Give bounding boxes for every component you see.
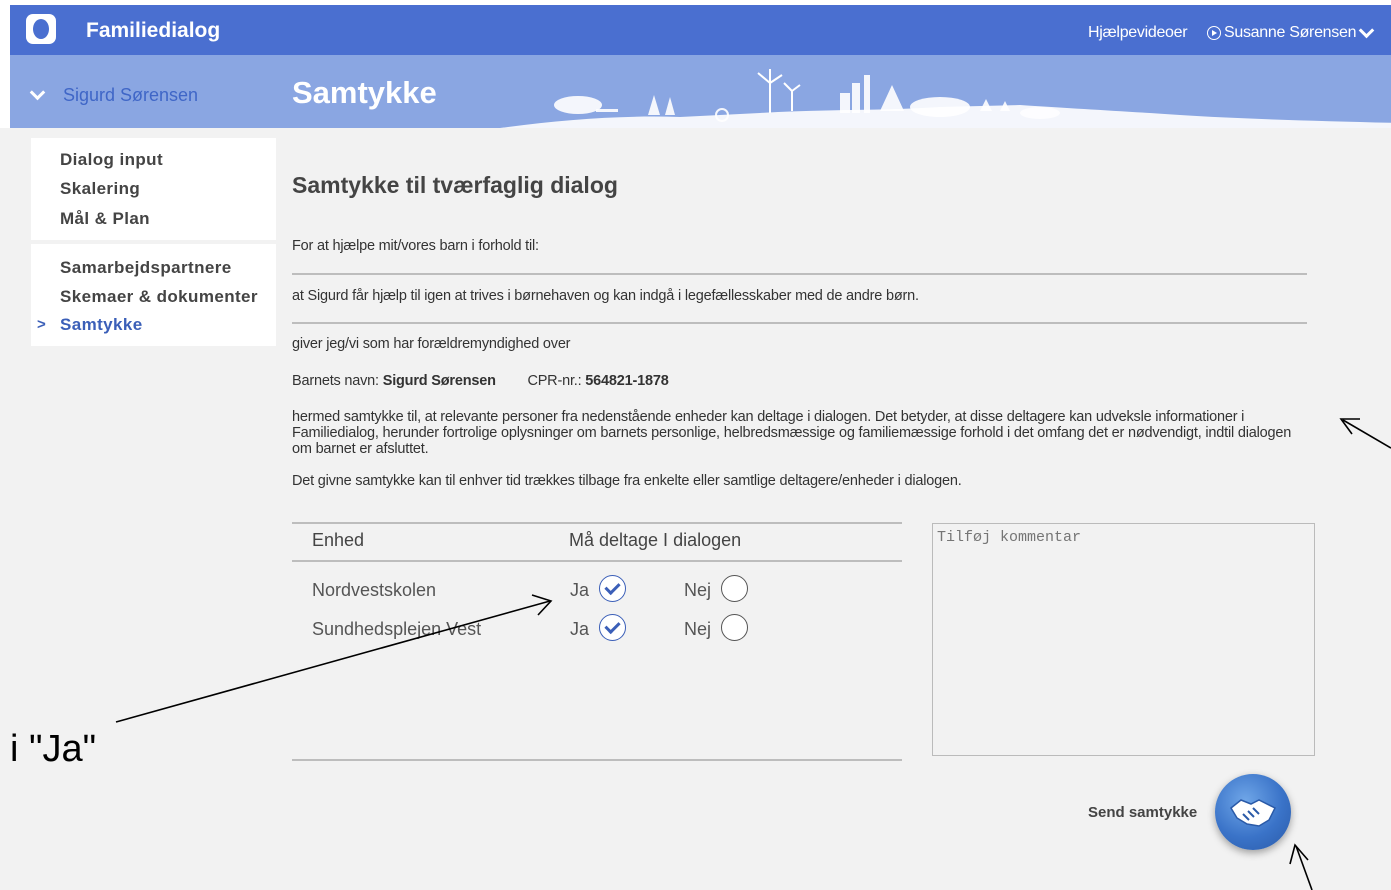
table-bottom-rule [292, 759, 902, 761]
divider [292, 322, 1307, 324]
child-name: Sigurd Sørensen [382, 373, 496, 389]
play-icon [1207, 26, 1221, 40]
sidebar-item-maal-plan[interactable]: Mål & Plan [60, 209, 150, 229]
unit-name: Sundhedsplejen Vest [312, 619, 482, 639]
no-radio[interactable] [721, 575, 748, 602]
sidebar-item-skemaer-dokumenter[interactable]: Skemaer & dokumenter [60, 287, 258, 307]
person-selector[interactable]: Sigurd Sørensen [29, 84, 199, 106]
authority-text: giver jeg/vi som har forældremyndighed o… [292, 336, 571, 352]
yes-label: Ja [570, 619, 590, 639]
active-item-chevron-icon: > [37, 316, 46, 333]
child-name-label: Barnets navn: [292, 373, 379, 389]
app-logo-icon [26, 14, 56, 44]
sidebar-item-skalering[interactable]: Skalering [60, 179, 140, 199]
table-top-rule [292, 522, 902, 524]
comment-field[interactable] [932, 523, 1315, 756]
yes-radio[interactable] [599, 575, 626, 602]
unit-name: Nordvestskolen [312, 580, 437, 600]
yes-label: Ja [570, 580, 590, 600]
no-label: Nej [684, 580, 712, 600]
sidebar-item-samarbejdspartnere[interactable]: Samarbejdspartnere [60, 258, 232, 278]
sidebar-item-dialog-input[interactable]: Dialog input [60, 150, 163, 170]
consent-text: hermed samtykke til, at relevante person… [292, 409, 1292, 457]
intro-text: For at hjælpe mit/vores barn i forhold t… [292, 238, 539, 254]
handshake-icon [1230, 799, 1277, 827]
child-info: Barnets navn: Sigurd Sørensen CPR-nr.: 5… [292, 373, 669, 389]
column-header-permission: Må deltage I dialogen [569, 530, 742, 550]
user-menu[interactable]: Susanne Sørensen [1207, 22, 1375, 42]
cpr-label: CPR-nr.: [527, 373, 582, 389]
page-header-band: Sigurd Sørensen Samtykke [10, 55, 1391, 128]
annotation-label: i "Ja" [10, 728, 97, 770]
goal-text: at Sigurd får hjælp til igen at trives i… [292, 288, 919, 304]
column-header-unit: Enhed [312, 530, 365, 550]
top-bar: Familiedialog Hjælpevideoer Susanne Søre… [10, 5, 1391, 55]
sidebar-group-2: Samarbejdspartnere Skemaer & dokumenter … [31, 244, 276, 346]
sidebar-group-1: Dialog input Skalering Mål & Plan [31, 138, 276, 240]
sidebar-item-samtykke[interactable]: Samtykke [60, 315, 143, 335]
help-videos-link[interactable]: Hjælpevideoer [1088, 24, 1188, 42]
no-radio[interactable] [721, 614, 748, 641]
yes-radio[interactable] [599, 614, 626, 641]
form-title: Samtykke til tværfaglig dialog [292, 172, 618, 198]
app-title: Familiedialog [86, 19, 221, 42]
user-name: Susanne Sørensen [1224, 24, 1357, 41]
cpr-number: 564821-1878 [585, 373, 669, 389]
send-consent-label: Send samtykke [1088, 804, 1198, 821]
page-title: Samtykke [292, 75, 437, 110]
chevron-down-icon [1358, 22, 1375, 38]
table-header-rule [292, 560, 902, 562]
selected-person-name: Sigurd Sørensen [63, 85, 199, 105]
divider [292, 273, 1307, 275]
no-label: Nej [684, 619, 712, 639]
send-consent-button[interactable] [1215, 774, 1291, 850]
sidebar-background [0, 128, 281, 890]
skyline-illustration [500, 69, 1391, 128]
withdraw-text: Det givne samtykke kan til enhver tid tr… [292, 473, 962, 489]
chevron-down-icon [29, 84, 46, 101]
